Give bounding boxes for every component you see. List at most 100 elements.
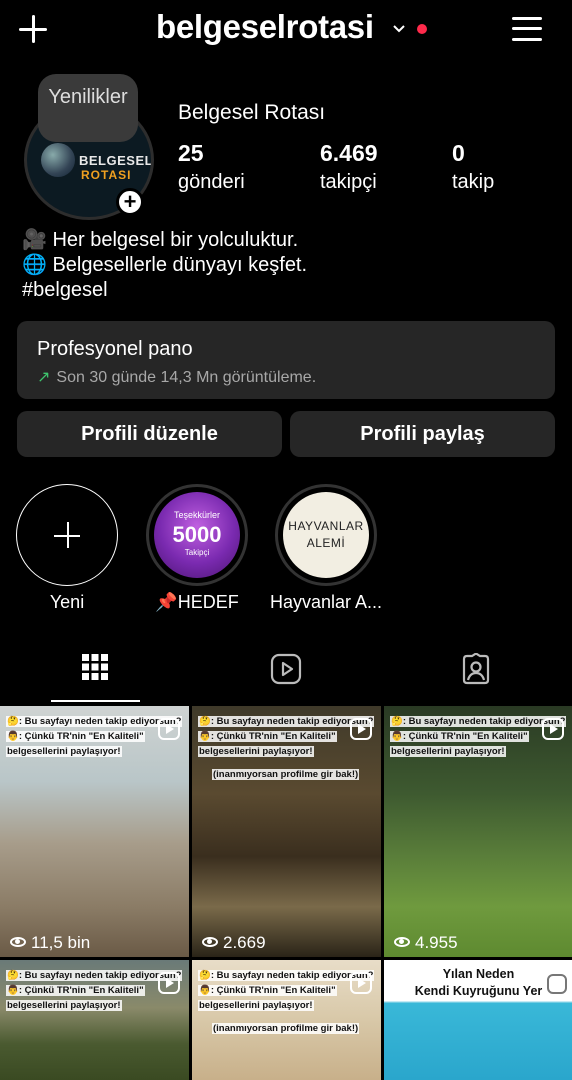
reel-icon bbox=[350, 972, 372, 994]
caption-line: 🤔: Bu sayfayı neden takip ediyorsun? bbox=[6, 716, 183, 727]
tab-reels[interactable] bbox=[190, 640, 380, 700]
bio-line: 🎥 Her belgesel bir yolculuktur. bbox=[22, 229, 299, 251]
caption-line: belgesellerini paylaşıyor! bbox=[6, 1000, 122, 1011]
chevron-down-icon[interactable] bbox=[392, 22, 406, 36]
post-grid: 🤔: Bu sayfayı neden takip ediyorsun? 👨: … bbox=[0, 706, 572, 1080]
highlight-label: 📌HEDEF bbox=[155, 592, 239, 612]
view-count-text: 4.955 bbox=[415, 933, 458, 952]
view-count: 2.669 bbox=[202, 933, 266, 953]
note-bubble[interactable]: Yenilikler bbox=[38, 74, 138, 142]
stat-value: 25 bbox=[178, 140, 204, 166]
add-highlight-icon[interactable] bbox=[16, 484, 118, 586]
display-name: Belgesel Rotası bbox=[178, 101, 326, 124]
post-item[interactable]: Yılan Neden Kendi Kuyruğunu Yer bbox=[384, 960, 572, 1080]
title-line: Kendi Kuyruğunu Yer bbox=[414, 984, 543, 998]
eye-icon bbox=[10, 937, 26, 947]
cover-text: ALEMİ bbox=[306, 536, 346, 550]
eye-icon bbox=[202, 937, 218, 947]
bio-hashtag[interactable]: #belgesel bbox=[22, 278, 307, 303]
reel-icon bbox=[542, 718, 564, 740]
caption-line: belgesellerini paylaşıyor! bbox=[390, 746, 506, 757]
logo-text: BELGESEL bbox=[79, 153, 154, 168]
grid-icon bbox=[82, 654, 108, 680]
post-item[interactable]: 🤔: Bu sayfayı neden takip ediyorsun? 👨: … bbox=[384, 706, 572, 957]
caption-line: belgesellerini paylaşıyor! bbox=[198, 746, 314, 757]
post-caption: 🤔: Bu sayfayı neden takip ediyorsun? 👨: … bbox=[6, 714, 183, 759]
reel-icon bbox=[158, 972, 180, 994]
bio-line: 🌐 Belgesellerle dünyayı keşfet. bbox=[22, 254, 308, 276]
tab-tagged[interactable] bbox=[380, 640, 570, 700]
highlight-hedef[interactable]: Teşekkürler 5000 Takipçi 📌HEDEF bbox=[145, 484, 249, 613]
post-item[interactable]: 🤔: Bu sayfayı neden takip ediyorsun? 👨: … bbox=[192, 706, 381, 957]
post-item[interactable]: 🤔: Bu sayfayı neden takip ediyorsun? 👨: … bbox=[0, 706, 189, 957]
add-story-icon[interactable]: + bbox=[116, 188, 144, 216]
eye-icon bbox=[394, 937, 410, 947]
post-caption: 🤔: Bu sayfayı neden takip ediyorsun? 👨: … bbox=[390, 714, 567, 759]
post-item[interactable]: 🤔: Bu sayfayı neden takip ediyorsun? 👨: … bbox=[192, 960, 381, 1080]
caption-line: 🤔: Bu sayfayı neden takip ediyorsun? bbox=[390, 716, 567, 727]
highlight-new[interactable]: Yeni bbox=[15, 484, 119, 613]
stat-label: takipçi bbox=[320, 171, 377, 193]
post-caption: 🤔: Bu sayfayı neden takip ediyorsun? 👨: … bbox=[6, 968, 183, 1013]
cover-text: HAYVANLAR bbox=[288, 519, 364, 533]
edit-profile-button[interactable]: Profili düzenle bbox=[17, 411, 282, 457]
cover-text: Teşekkürler bbox=[173, 510, 220, 520]
stat-label: gönderi bbox=[178, 171, 245, 193]
post-title: Yılan Neden Kendi Kuyruğunu Yer bbox=[384, 966, 572, 1000]
highlight-label: Hayvanlar A... bbox=[269, 592, 383, 612]
menu-icon[interactable] bbox=[512, 15, 542, 43]
caption-line: 👨: Çünkü TR'nin "En Kaliteli" bbox=[390, 731, 529, 742]
active-tab-indicator bbox=[51, 700, 140, 702]
share-profile-button[interactable]: Profili paylaş bbox=[290, 411, 555, 457]
top-bar: belgeselrotasi bbox=[0, 0, 572, 60]
professional-dashboard[interactable]: Profesyonel pano ↗ Son 30 günde 14,3 Mn g… bbox=[17, 321, 555, 399]
trend-up-icon: ↗ bbox=[37, 369, 51, 386]
reel-icon bbox=[158, 718, 180, 740]
stat-value: 0 bbox=[452, 140, 465, 166]
create-plus-icon[interactable] bbox=[16, 12, 50, 46]
bio: 🎥 Her belgesel bir yolculuktur. 🌐 Belges… bbox=[22, 228, 307, 303]
view-count: 11,5 bin bbox=[10, 933, 90, 953]
caption-line: 👨: Çünkü TR'nin "En Kaliteli" bbox=[198, 985, 337, 996]
caption-line: 👨: Çünkü TR'nin "En Kaliteli" bbox=[198, 731, 337, 742]
caption-line: belgesellerini paylaşıyor! bbox=[198, 1000, 314, 1011]
view-count: 4.955 bbox=[394, 933, 458, 953]
post-caption: 🤔: Bu sayfayı neden takip ediyorsun? 👨: … bbox=[198, 968, 375, 1036]
cover-text: 5000 bbox=[172, 522, 222, 547]
cover-text: Takipçi bbox=[184, 548, 210, 557]
post-caption: 🤔: Bu sayfayı neden takip ediyorsun? 👨: … bbox=[198, 714, 375, 782]
highlight-cover[interactable]: HAYVANLAR ALEMİ bbox=[275, 484, 377, 586]
caption-line: 🤔: Bu sayfayı neden takip ediyorsun? bbox=[6, 970, 183, 981]
globe-logo-icon bbox=[41, 143, 75, 177]
profile-tabs bbox=[0, 640, 572, 704]
stat-following[interactable]: 0 takip bbox=[452, 140, 494, 194]
dashboard-subtitle: ↗ Son 30 günde 14,3 Mn görüntüleme. bbox=[37, 367, 316, 387]
highlight-hayvanlar[interactable]: HAYVANLAR ALEMİ Hayvanlar A... bbox=[262, 484, 390, 613]
caption-line: (inanmıyorsan profilme gir bak!) bbox=[212, 1023, 360, 1034]
caption-line: 👨: Çünkü TR'nin "En Kaliteli" bbox=[6, 731, 145, 742]
caption-line: belgesellerini paylaşıyor! bbox=[6, 746, 122, 757]
tab-grid[interactable] bbox=[0, 640, 190, 700]
caption-line: 👨: Çünkü TR'nin "En Kaliteli" bbox=[6, 985, 145, 996]
post-item[interactable]: 🤔: Bu sayfayı neden takip ediyorsun? 👨: … bbox=[0, 960, 189, 1080]
reel-icon bbox=[350, 718, 372, 740]
view-count-text: 2.669 bbox=[223, 933, 266, 952]
dashboard-subtitle-text: Son 30 günde 14,3 Mn görüntüleme. bbox=[56, 369, 317, 386]
caption-line: 🤔: Bu sayfayı neden takip ediyorsun? bbox=[198, 970, 375, 981]
logo-text: ROTASI bbox=[81, 168, 132, 182]
caption-line: 🤔: Bu sayfayı neden takip ediyorsun? bbox=[198, 716, 375, 727]
reel-icon bbox=[547, 974, 567, 994]
stat-posts[interactable]: 25 gönderi bbox=[178, 140, 245, 194]
profile-username[interactable]: belgeselrotasi bbox=[156, 8, 374, 46]
title-line: Yılan Neden bbox=[442, 967, 515, 981]
caption-line: (inanmıyorsan profilme gir bak!) bbox=[212, 769, 360, 780]
notification-dot bbox=[417, 24, 427, 34]
dashboard-title: Profesyonel pano bbox=[37, 338, 193, 360]
stat-label: takip bbox=[452, 171, 495, 193]
stat-followers[interactable]: 6.469 takipçi bbox=[320, 140, 378, 194]
highlight-label: Yeni bbox=[49, 592, 85, 612]
stat-value: 6.469 bbox=[320, 140, 378, 166]
reels-icon bbox=[270, 653, 302, 685]
highlight-cover[interactable]: Teşekkürler 5000 Takipçi bbox=[146, 484, 248, 586]
view-count-text: 11,5 bin bbox=[31, 933, 91, 952]
